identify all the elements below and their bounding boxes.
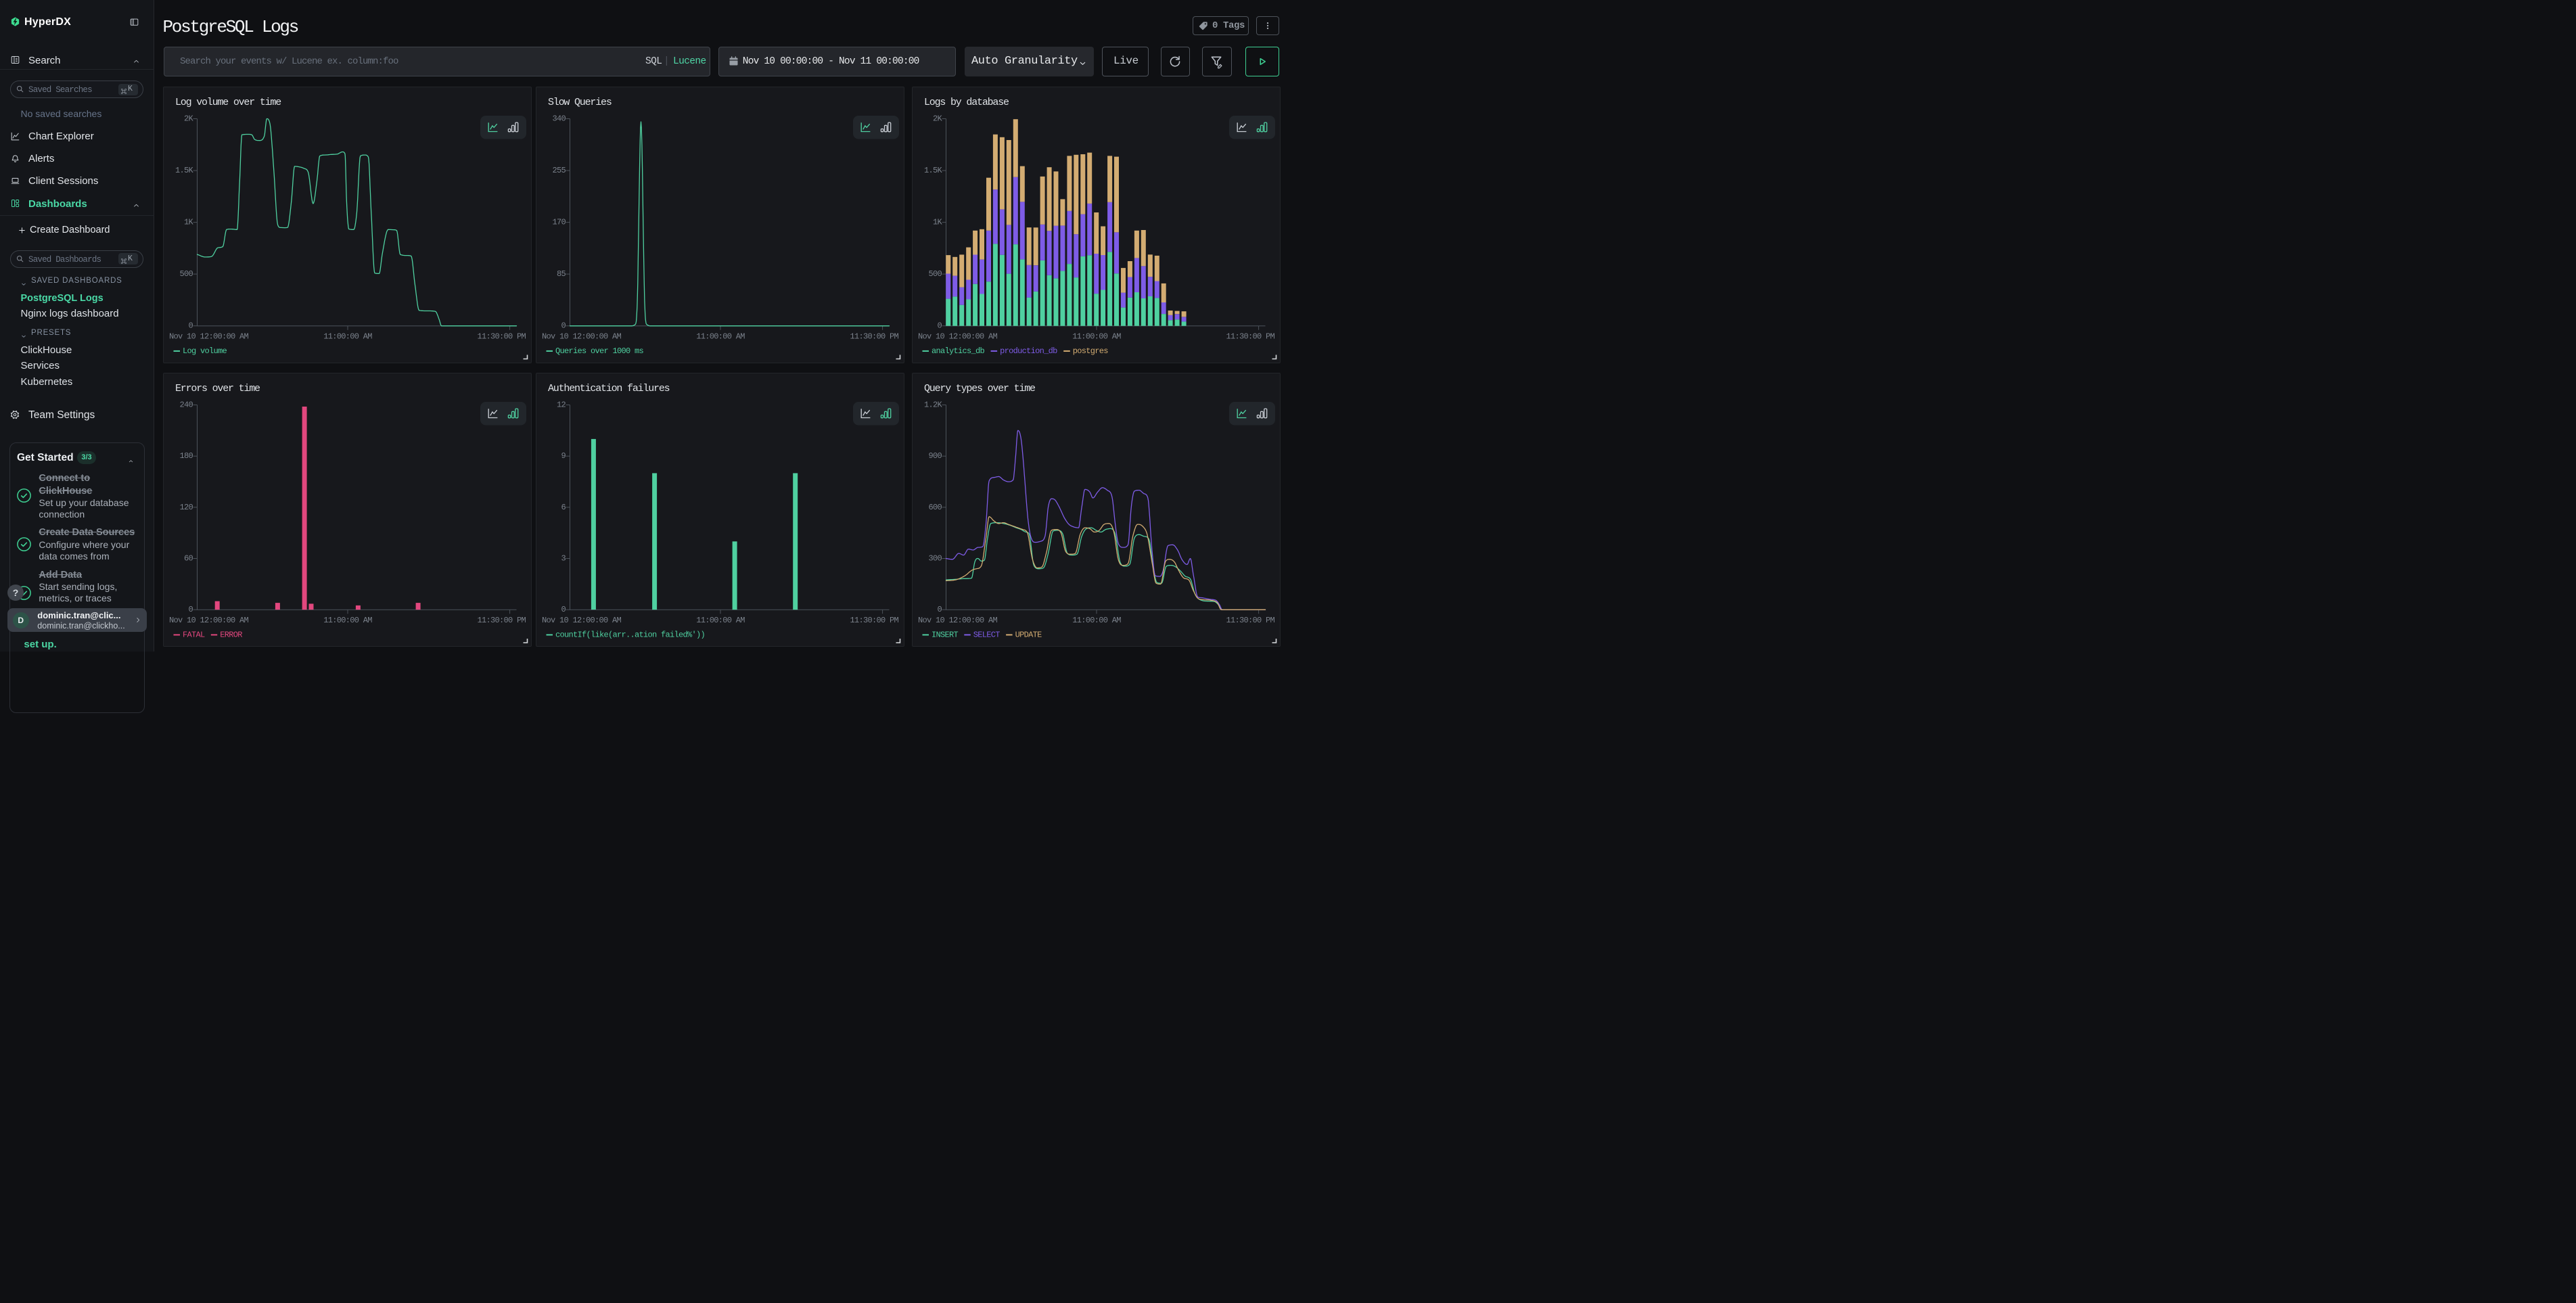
svg-text:INSERT: INSERT (932, 630, 959, 639)
svg-text:120: 120 (179, 502, 193, 511)
svg-text:Queries over 1000 ms: Queries over 1000 ms (555, 346, 644, 356)
svg-text:0: 0 (561, 605, 566, 614)
svg-text:12: 12 (557, 400, 566, 409)
svg-text:1.5K: 1.5K (923, 166, 942, 175)
svg-text:2K: 2K (932, 114, 942, 124)
svg-text:170: 170 (552, 218, 566, 227)
svg-text:11:00:00 AM: 11:00:00 AM (1072, 332, 1121, 342)
svg-text:FATAL: FATAL (183, 630, 205, 639)
svg-text:analytics_db: analytics_db (932, 346, 985, 356)
svg-text:240: 240 (179, 400, 193, 409)
svg-text:Authentication failures: Authentication failures (548, 383, 670, 394)
svg-text:11:00:00 AM: 11:00:00 AM (1072, 616, 1121, 625)
svg-text:11:30:00 PM: 11:30:00 PM (1226, 332, 1274, 342)
svg-text:Nov 10 12:00:00 AM: Nov 10 12:00:00 AM (542, 616, 622, 625)
svg-text:11:00:00 AM: 11:00:00 AM (696, 332, 745, 342)
svg-text:Query types over time: Query types over time (924, 383, 1036, 394)
svg-text:0: 0 (561, 321, 566, 331)
svg-text:Nov 10 12:00:00 AM: Nov 10 12:00:00 AM (169, 616, 249, 625)
svg-text:6: 6 (561, 502, 566, 511)
svg-text:ERROR: ERROR (220, 630, 242, 639)
svg-text:11:30:00 PM: 11:30:00 PM (850, 616, 898, 625)
svg-text:60: 60 (183, 553, 193, 563)
svg-text:Errors over time: Errors over time (175, 383, 260, 394)
svg-text:9: 9 (561, 451, 566, 461)
svg-text:0: 0 (188, 321, 193, 331)
svg-text:Log volume: Log volume (183, 346, 227, 356)
svg-text:0: 0 (937, 605, 942, 614)
svg-text:11:00:00 AM: 11:00:00 AM (323, 616, 372, 625)
svg-text:900: 900 (928, 451, 942, 461)
svg-text:85: 85 (557, 269, 566, 279)
svg-text:Nov 10 12:00:00 AM: Nov 10 12:00:00 AM (169, 332, 249, 342)
svg-text:Log volume over time: Log volume over time (175, 97, 281, 108)
svg-text:11:30:00 PM: 11:30:00 PM (477, 332, 526, 342)
svg-text:Nov 10 12:00:00 AM: Nov 10 12:00:00 AM (918, 616, 998, 625)
svg-text:0: 0 (188, 605, 193, 614)
svg-text:0: 0 (937, 321, 942, 331)
svg-text:countIf(like(arr..ation failed: countIf(like(arr..ation failed%')) (555, 630, 705, 639)
svg-text:1K: 1K (932, 218, 942, 227)
svg-text:500: 500 (928, 269, 942, 279)
svg-text:Slow Queries: Slow Queries (548, 97, 612, 108)
svg-text:2K: 2K (183, 114, 193, 124)
svg-text:11:30:00 PM: 11:30:00 PM (1226, 616, 1274, 625)
svg-text:340: 340 (552, 114, 566, 124)
svg-text:11:00:00 AM: 11:00:00 AM (323, 332, 372, 342)
svg-text:Logs by database: Logs by database (924, 97, 1009, 108)
svg-text:production_db: production_db (1000, 346, 1057, 356)
svg-text:Nov 10 12:00:00 AM: Nov 10 12:00:00 AM (542, 332, 622, 342)
svg-text:255: 255 (552, 166, 566, 175)
svg-text:600: 600 (928, 502, 942, 511)
svg-text:1.2K: 1.2K (923, 400, 942, 409)
svg-text:1K: 1K (183, 218, 193, 227)
svg-text:11:30:00 PM: 11:30:00 PM (850, 332, 898, 342)
svg-text:500: 500 (179, 269, 193, 279)
svg-text:postgres: postgres (1072, 346, 1108, 356)
svg-text:UPDATE: UPDATE (1015, 630, 1042, 639)
svg-text:3: 3 (561, 553, 566, 563)
svg-text:11:30:00 PM: 11:30:00 PM (477, 616, 526, 625)
svg-text:11:00:00 AM: 11:00:00 AM (696, 616, 745, 625)
svg-text:1.5K: 1.5K (175, 166, 193, 175)
svg-text:180: 180 (179, 451, 193, 461)
svg-text:Nov 10 12:00:00 AM: Nov 10 12:00:00 AM (918, 332, 998, 342)
svg-text:300: 300 (928, 553, 942, 563)
svg-text:SELECT: SELECT (973, 630, 1000, 639)
